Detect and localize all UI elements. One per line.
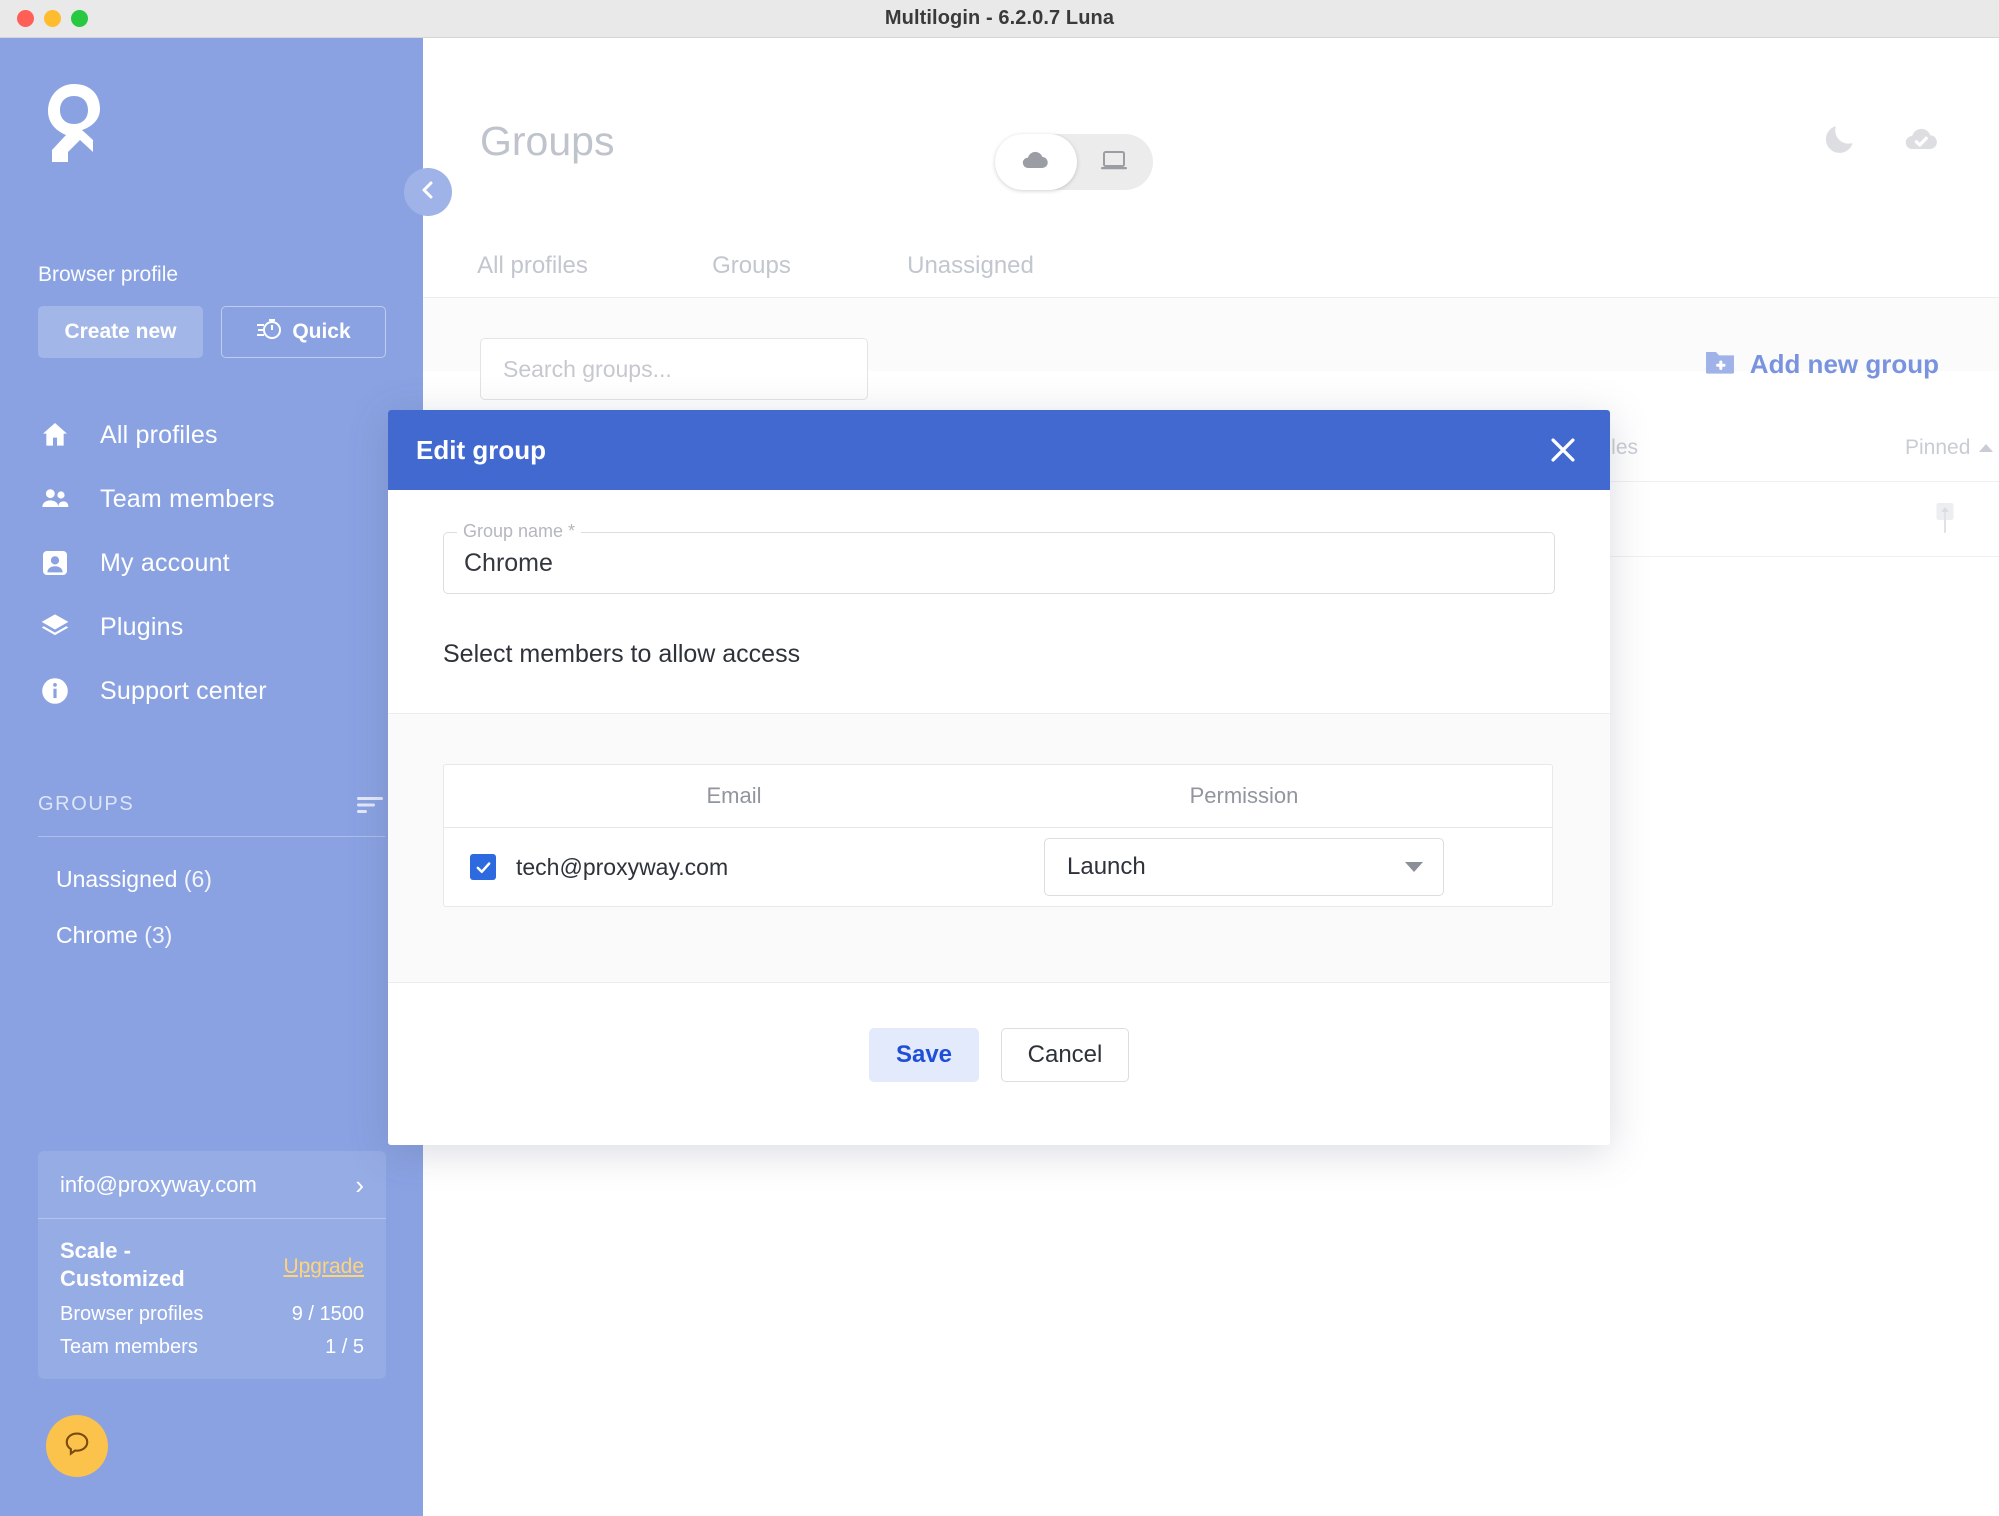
sidebar-item-label: Team members xyxy=(100,485,275,514)
members-table: Email Permission tech@proxyway.com Launc… xyxy=(443,764,1553,907)
members-table-header: Email Permission xyxy=(444,765,1552,828)
usage-label: Browser profiles xyxy=(60,1303,203,1326)
sidebar-item-label: All profiles xyxy=(100,421,218,450)
sort-icon[interactable] xyxy=(355,796,385,814)
member-checkbox[interactable] xyxy=(470,854,496,880)
column-header-pinned-label: Pinned xyxy=(1905,436,1970,460)
sidebar-nav: All profiles Team members My account Plu… xyxy=(0,403,423,723)
sidebar-group-chrome[interactable]: Chrome (3) xyxy=(56,922,172,949)
usage-value: 9 / 1500 xyxy=(292,1303,364,1326)
multilogin-logo-icon xyxy=(38,78,126,166)
cancel-button[interactable]: Cancel xyxy=(1001,1028,1129,1082)
local-mode-option[interactable] xyxy=(1074,134,1153,190)
sidebar-item-label: Support center xyxy=(100,677,267,706)
groups-divider xyxy=(38,836,385,837)
usage-value: 1 / 5 xyxy=(325,1336,364,1359)
usage-row-team-members: Team members 1 / 5 xyxy=(60,1336,364,1359)
member-permission-cell: Launch xyxy=(1024,838,1464,896)
add-new-group-label: Add new group xyxy=(1750,349,1939,380)
info-icon xyxy=(38,674,72,708)
group-name: Chrome xyxy=(56,922,138,948)
moon-icon[interactable] xyxy=(1821,120,1859,158)
groups-section-title: GROUPS xyxy=(38,793,134,816)
member-email-cell: tech@proxyway.com xyxy=(444,854,1024,881)
profile-action-buttons: Create new Quick xyxy=(38,306,386,358)
permission-value: Launch xyxy=(1067,853,1146,881)
stopwatch-icon xyxy=(256,317,282,347)
home-icon xyxy=(38,418,72,452)
members-section: Email Permission tech@proxyway.com Launc… xyxy=(388,713,1610,983)
window-titlebar: Multilogin - 6.2.0.7 Luna xyxy=(0,0,1999,38)
account-card: info@proxyway.com › Scale - Customized U… xyxy=(38,1151,386,1379)
cloud-icon xyxy=(1019,148,1051,177)
sidebar-item-all-profiles[interactable]: All profiles xyxy=(0,403,423,467)
browser-profile-label: Browser profile xyxy=(38,263,178,287)
usage-label: Team members xyxy=(60,1336,198,1359)
sort-ascending-icon xyxy=(1979,444,1993,452)
folder-plus-icon xyxy=(1704,348,1736,381)
select-members-label: Select members to allow access xyxy=(443,640,1610,669)
group-name-label: Group name * xyxy=(457,521,581,542)
sidebar-item-support-center[interactable]: Support center xyxy=(0,659,423,723)
cloud-check-icon[interactable] xyxy=(1901,120,1939,158)
sidebar-item-label: My account xyxy=(100,549,230,578)
chat-bubble-icon xyxy=(62,1429,92,1464)
modal-body: Group name * Chrome Select members to al… xyxy=(388,532,1610,1126)
page-title: Groups xyxy=(480,118,614,165)
quick-profile-button[interactable]: Quick xyxy=(221,306,386,358)
save-button[interactable]: Save xyxy=(869,1028,979,1082)
members-column-email: Email xyxy=(444,783,1024,809)
upgrade-link[interactable]: Upgrade xyxy=(283,1255,364,1279)
plan-block: Scale - Customized Upgrade Browser profi… xyxy=(38,1219,386,1379)
sidebar-collapse-button[interactable] xyxy=(404,168,452,216)
tab-bar: All profiles Groups Unassigned xyxy=(423,234,1999,298)
modal-title: Edit group xyxy=(416,435,546,466)
laptop-icon xyxy=(1100,148,1128,177)
window-title: Multilogin - 6.2.0.7 Luna xyxy=(0,7,1999,30)
account-email-row[interactable]: info@proxyway.com › xyxy=(38,1151,386,1219)
sidebar-item-my-account[interactable]: My account xyxy=(0,531,423,595)
search-groups-input[interactable]: Search groups... xyxy=(480,338,868,400)
sidebar-item-label: Plugins xyxy=(100,613,183,642)
group-count: (3) xyxy=(144,922,172,948)
help-chat-button[interactable] xyxy=(46,1415,108,1477)
members-column-permission: Permission xyxy=(1024,783,1464,809)
people-icon xyxy=(38,482,72,516)
group-name: Unassigned xyxy=(56,866,177,892)
top-right-icons xyxy=(1821,120,1939,158)
cloud-local-mode-toggle[interactable] xyxy=(995,134,1153,190)
groups-section-header: GROUPS xyxy=(38,793,385,816)
column-header-pinned[interactable]: Pinned xyxy=(1905,436,1993,460)
modal-footer: Save Cancel xyxy=(388,983,1610,1126)
sidebar: Browser profile Create new Quick All xyxy=(0,38,423,1516)
cloud-mode-option[interactable] xyxy=(995,134,1074,190)
chevron-right-icon: › xyxy=(355,1172,364,1198)
group-name-field-wrap: Group name * Chrome xyxy=(443,532,1555,594)
chevron-down-icon xyxy=(1405,862,1423,872)
chevron-left-icon xyxy=(416,178,440,207)
member-row: tech@proxyway.com Launch xyxy=(444,828,1552,906)
sidebar-group-unassigned[interactable]: Unassigned (6) xyxy=(56,866,212,893)
tab-unassigned[interactable]: Unassigned xyxy=(861,234,1080,298)
sidebar-item-plugins[interactable]: Plugins xyxy=(0,595,423,659)
group-name-input[interactable]: Chrome xyxy=(443,532,1555,594)
layers-icon xyxy=(38,610,72,644)
tab-groups[interactable]: Groups xyxy=(642,234,861,298)
edit-group-modal: Edit group Group name * Chrome Select me… xyxy=(388,410,1610,1145)
account-icon xyxy=(38,546,72,580)
permission-select[interactable]: Launch xyxy=(1044,838,1444,896)
member-email: tech@proxyway.com xyxy=(516,854,728,881)
plan-name: Scale - Customized xyxy=(60,1237,235,1293)
create-new-button[interactable]: Create new xyxy=(38,306,203,358)
pin-icon[interactable] xyxy=(1928,500,1962,545)
account-email: info@proxyway.com xyxy=(60,1172,257,1198)
usage-row-browser-profiles: Browser profiles 9 / 1500 xyxy=(60,1303,364,1326)
add-new-group-button[interactable]: Add new group xyxy=(1704,348,1939,381)
sidebar-item-team-members[interactable]: Team members xyxy=(0,467,423,531)
close-icon[interactable] xyxy=(1546,433,1580,467)
modal-header: Edit group xyxy=(388,410,1610,490)
group-count: (6) xyxy=(184,866,212,892)
quick-button-label: Quick xyxy=(292,320,350,344)
tab-all-profiles[interactable]: All profiles xyxy=(423,234,642,298)
